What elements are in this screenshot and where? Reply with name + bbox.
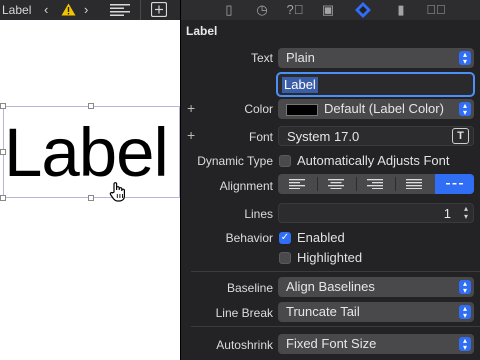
font-picker-icon[interactable]: T: [452, 128, 469, 144]
color-swatch: [286, 104, 318, 116]
popup-stepper-icon: ▴ ▾: [459, 305, 471, 320]
text-label: Text: [250, 51, 273, 65]
line-break-value: Truncate Tail: [286, 304, 360, 319]
canvas-label[interactable]: Label: [4, 116, 169, 190]
popup-stepper-icon: ▴ ▾: [459, 51, 471, 66]
align-right-icon[interactable]: [367, 179, 383, 189]
section-separator: [191, 271, 480, 272]
autoshrink-popup[interactable]: Fixed Font Size ▴ ▾: [278, 334, 474, 354]
enabled-checkbox[interactable]: ✓: [279, 232, 291, 244]
lines-stepper-icon[interactable]: ▴ ▾: [464, 205, 468, 221]
alignment-segmented-control[interactable]: [278, 174, 474, 194]
lines-field[interactable]: 1 ▴ ▾: [278, 203, 474, 223]
segment-divider: [395, 177, 396, 191]
dynamic-type-checkbox[interactable]: [279, 155, 291, 167]
inspector-tab-bar: ▯ ◷ ?⃝ ▣ ▮ ➜⃝: [181, 0, 480, 20]
jump-bar-title[interactable]: Label: [2, 0, 31, 20]
font-value: System 17.0: [287, 129, 360, 144]
popup-stepper-icon: ▴ ▾: [459, 337, 471, 352]
text-type-popup[interactable]: Plain ▴ ▾: [278, 48, 474, 68]
color-value: Default (Label Color): [324, 101, 444, 116]
storyboard-canvas[interactable]: Label: [0, 0, 180, 360]
lines-icon[interactable]: [110, 4, 130, 16]
segment-divider: [356, 177, 357, 191]
hand-cursor-icon: [109, 182, 125, 202]
baseline-value: Align Baselines: [286, 279, 375, 294]
label-text-value: Label: [282, 77, 318, 93]
highlighted-checkbox-label[interactable]: Highlighted: [297, 250, 362, 266]
popup-stepper-icon: ▴ ▾: [459, 102, 471, 117]
attributes-inspector: ▯ ◷ ?⃝ ▣ ▮ ➜⃝ Label Text Plain ▴ ▾ Label …: [181, 0, 480, 360]
jump-bar: Label ‹ ›: [0, 0, 180, 20]
file-icon[interactable]: ▯: [218, 0, 240, 20]
autoshrink-value: Fixed Font Size: [286, 336, 377, 351]
label-text-field[interactable]: Label: [276, 72, 475, 97]
lines-label: Lines: [244, 207, 273, 221]
section-title: Label: [186, 24, 218, 38]
dynamic-type-checkbox-label[interactable]: Automatically Adjusts Font: [297, 153, 449, 169]
font-label: Font: [248, 130, 273, 144]
chevron-left-icon[interactable]: ‹: [44, 0, 48, 20]
align-left-icon[interactable]: [289, 179, 305, 189]
alignment-label: Alignment: [219, 179, 273, 193]
behavior-label: Behavior: [225, 231, 273, 245]
lines-value: 1: [443, 206, 451, 221]
highlighted-checkbox[interactable]: [279, 252, 291, 264]
resize-handle-bottom-left[interactable]: [0, 195, 6, 201]
resize-handle-bottom[interactable]: [88, 195, 94, 201]
chevron-right-icon[interactable]: ›: [84, 0, 88, 20]
align-center-icon[interactable]: [328, 179, 344, 189]
align-justified-icon[interactable]: [406, 179, 422, 189]
align-natural-icon: [446, 183, 463, 185]
resize-handle-top[interactable]: [88, 103, 94, 109]
help-icon[interactable]: ?⃝: [284, 0, 306, 20]
line-break-popup[interactable]: Truncate Tail ▴ ▾: [278, 302, 474, 322]
color-popup[interactable]: Default (Label Color) ▴ ▾: [278, 99, 474, 119]
segment-divider: [317, 177, 318, 191]
autoshrink-label: Autoshrink: [216, 338, 273, 352]
baseline-popup[interactable]: Align Baselines ▴ ▾: [278, 277, 474, 297]
toolbar-divider: [140, 0, 141, 20]
warning-icon[interactable]: [61, 3, 76, 16]
resize-handle-top-left[interactable]: [0, 103, 6, 109]
align-natural-segment[interactable]: [435, 174, 474, 194]
size-icon[interactable]: ▮: [390, 0, 412, 20]
enabled-checkbox-label[interactable]: Enabled: [297, 230, 345, 246]
font-field[interactable]: System 17.0 T: [278, 126, 474, 146]
baseline-label: Baseline: [226, 281, 273, 295]
section-separator: [191, 326, 480, 327]
attributes-icon[interactable]: [353, 1, 373, 19]
add-editor-icon[interactable]: [151, 2, 167, 17]
line-break-label: Line Break: [215, 306, 273, 320]
text-type-value: Plain: [286, 50, 315, 65]
popup-stepper-icon: ▴ ▾: [459, 280, 471, 295]
identity-icon[interactable]: ▣: [317, 0, 339, 20]
color-label: Color: [244, 102, 273, 116]
dynamic-type-label: Dynamic Type: [197, 154, 273, 168]
connections-icon[interactable]: ➜⃝: [425, 0, 447, 20]
history-icon[interactable]: ◷: [251, 0, 273, 20]
